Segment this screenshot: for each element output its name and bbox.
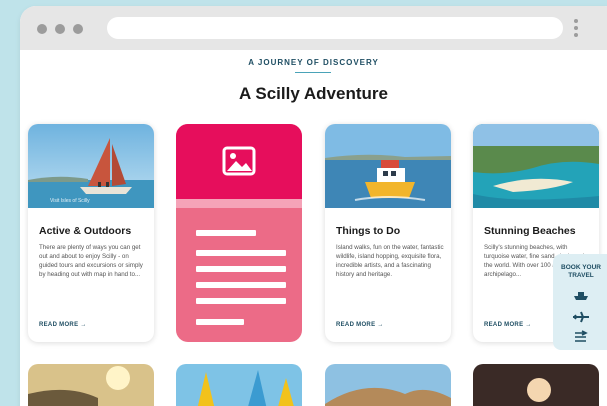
page-title: A Scilly Adventure (239, 84, 388, 103)
book-travel-label-line2: TRAVEL (568, 272, 594, 279)
card-description: There are plenty of ways you can get out… (39, 244, 143, 278)
read-more-link[interactable]: READ MORE → (336, 322, 384, 328)
card-photo-sunset[interactable] (28, 364, 154, 406)
card-things-to-do[interactable]: Things to Do Island walks, fun on the wa… (325, 124, 451, 342)
eyebrow-text: A JOURNEY OF DISCOVERY (248, 58, 379, 67)
card-active-outdoors[interactable]: Visit Isles of Scilly Active & Outdoors … (28, 124, 154, 342)
eyebrow-divider (295, 72, 331, 73)
placeholder-band (176, 199, 302, 208)
placeholder-line (196, 319, 244, 325)
card-title: Stunning Beaches (484, 225, 576, 237)
card-photo-dusk[interactable] (473, 364, 599, 406)
route-icon[interactable] (572, 330, 590, 344)
card-photo-boat (325, 124, 451, 208)
url-bar[interactable] (107, 17, 563, 39)
card-photo-beach (473, 124, 599, 208)
card-title: Things to Do (336, 225, 401, 237)
book-travel-label: BOOK YOUR TRAVEL (553, 264, 607, 280)
card-title: Active & Outdoors (39, 225, 132, 237)
card-photo-rocks[interactable] (325, 364, 451, 406)
kebab-menu-icon[interactable] (573, 19, 579, 39)
window-dot[interactable] (37, 24, 47, 34)
plane-icon[interactable] (572, 310, 590, 324)
placeholder-line (196, 230, 256, 236)
card-photo-windsurf[interactable] (176, 364, 302, 406)
window-dot[interactable] (55, 24, 65, 34)
book-travel-widget[interactable]: BOOK YOUR TRAVEL (553, 254, 607, 350)
placeholder-line (196, 298, 286, 304)
book-travel-label-line1: BOOK YOUR (561, 264, 601, 271)
browser-window: A JOURNEY OF DISCOVERY A Scilly Adventur… (20, 6, 607, 406)
read-more-link[interactable]: READ MORE → (484, 322, 532, 328)
placeholder-line (196, 282, 286, 288)
placeholder-line (196, 266, 286, 272)
placeholder-line (196, 250, 286, 256)
card-photo-sailboat: Visit Isles of Scilly (28, 124, 154, 208)
browser-toolbar (20, 6, 607, 50)
window-dot[interactable] (73, 24, 83, 34)
ferry-icon[interactable] (572, 290, 590, 302)
placeholder-card (176, 124, 302, 342)
read-more-link[interactable]: READ MORE → (39, 322, 87, 328)
image-icon (222, 146, 256, 176)
photo-credit: Visit Isles of Scilly (50, 198, 90, 204)
card-description: Island walks, fun on the water, fantasti… (336, 244, 444, 278)
